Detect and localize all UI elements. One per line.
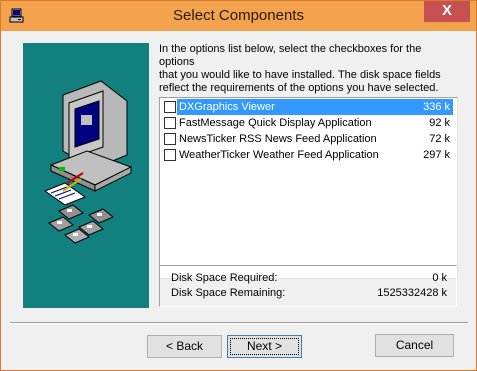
- close-button[interactable]: X: [424, 1, 470, 22]
- dialog-body: In the options list below, select the ch…: [2, 31, 474, 368]
- next-button-label: Next >: [246, 339, 282, 353]
- back-button-label: < Back: [165, 339, 204, 353]
- footer-divider: [10, 322, 468, 324]
- disk-space-panel: Disk Space Required: 0 k Disk Space Rema…: [159, 265, 457, 307]
- instructions-line-1: In the options list below, select the ch…: [159, 43, 422, 68]
- disk-remaining-label: Disk Space Remaining:: [171, 287, 286, 299]
- component-label: WeatherTicker Weather Feed Application: [179, 149, 379, 161]
- instructions-text: In the options list below, select the ch…: [159, 43, 459, 95]
- floppy-disks-icon: [48, 204, 114, 244]
- components-listbox[interactable]: DXGraphics Viewer 336 k FastMessage Quic…: [159, 97, 458, 279]
- disk-remaining-value: 1525332428 k: [377, 287, 447, 299]
- component-item-fastmessage[interactable]: FastMessage Quick Display Application 92…: [161, 115, 453, 131]
- disk-space-remaining-row: Disk Space Remaining: 1525332428 k: [171, 287, 447, 299]
- component-checkbox-weatherticker[interactable]: [164, 149, 176, 161]
- component-checkbox-fastmessage[interactable]: [164, 117, 176, 129]
- cancel-button[interactable]: Cancel: [375, 334, 454, 357]
- title-bar[interactable]: Select Components X: [1, 1, 476, 31]
- cancel-button-label: Cancel: [395, 338, 434, 352]
- disk-required-value: 0 k: [432, 272, 447, 284]
- instructions-line-2: that you would like to have installed. T…: [159, 69, 441, 81]
- next-button[interactable]: Next >: [227, 335, 302, 358]
- component-label: DXGraphics Viewer: [179, 101, 275, 113]
- disk-required-label: Disk Space Required:: [171, 272, 278, 284]
- back-button[interactable]: < Back: [147, 335, 222, 358]
- component-size: 72 k: [429, 133, 450, 145]
- component-size: 297 k: [423, 149, 450, 161]
- window-title: Select Components: [173, 7, 304, 24]
- component-checkbox-dxgraphics[interactable]: [164, 101, 176, 113]
- component-item-weatherticker[interactable]: WeatherTicker Weather Feed Application 2…: [161, 147, 453, 163]
- setup-graphic: [23, 43, 149, 308]
- component-size: 336 k: [423, 101, 450, 113]
- component-item-dxgraphics[interactable]: DXGraphics Viewer 336 k: [161, 99, 453, 115]
- disk-space-required-row: Disk Space Required: 0 k: [171, 272, 447, 284]
- component-label: FastMessage Quick Display Application: [179, 117, 372, 129]
- close-icon: X: [441, 2, 452, 19]
- component-checkbox-newsticker[interactable]: [164, 133, 176, 145]
- instructions-line-3: reflect the requirements of the options …: [159, 82, 439, 94]
- component-label: NewsTicker RSS News Feed Application: [179, 133, 377, 145]
- setup-window: Select Components X In the options list …: [0, 0, 477, 371]
- component-size: 92 k: [429, 117, 450, 129]
- component-item-newsticker[interactable]: NewsTicker RSS News Feed Application 72 …: [161, 131, 453, 147]
